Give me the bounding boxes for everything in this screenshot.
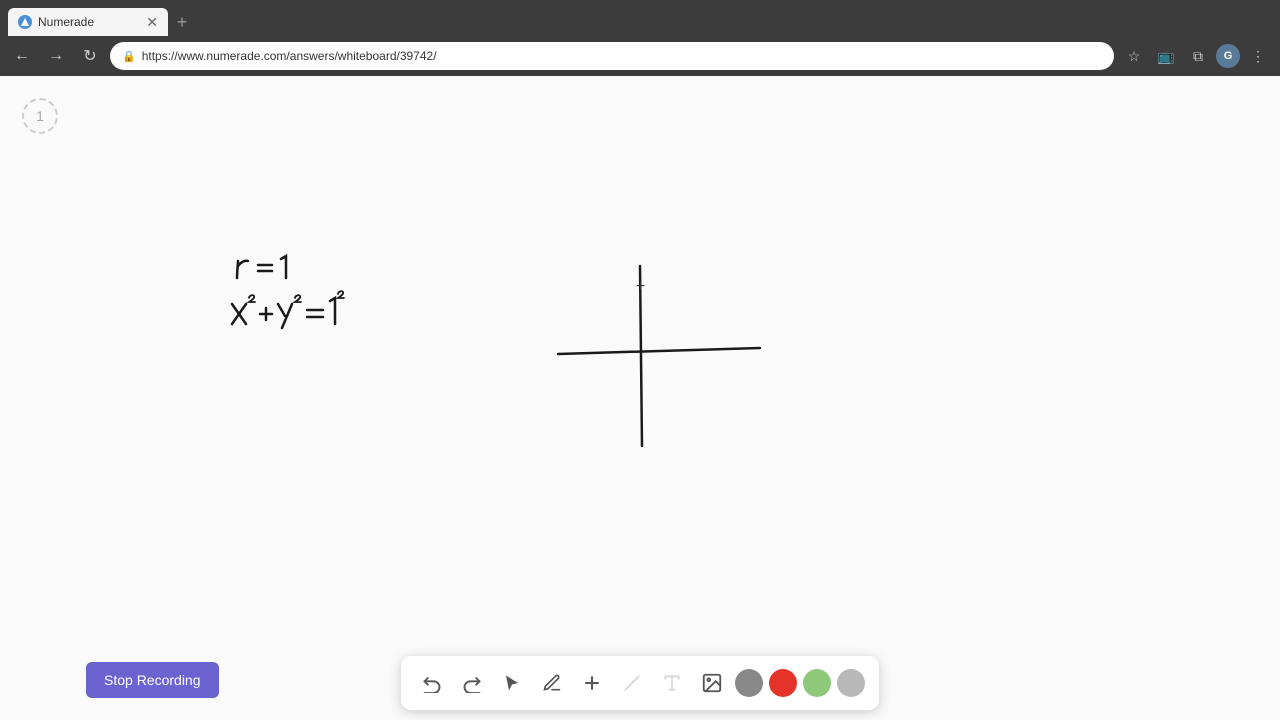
forward-button[interactable]: → — [42, 42, 70, 70]
profile-button[interactable]: G — [1216, 44, 1240, 68]
line-tool-button[interactable] — [615, 666, 649, 700]
tab-title: Numerade — [38, 15, 140, 29]
new-tab-button[interactable]: + — [168, 8, 196, 36]
nav-right-buttons: ☆ 📺 ⧉ G ⋮ — [1120, 42, 1272, 70]
url-text: https://www.numerade.com/answers/whitebo… — [142, 49, 437, 63]
back-button[interactable]: ← — [8, 42, 36, 70]
nav-bar: ← → ↻ 🔒 https://www.numerade.com/answers… — [0, 36, 1280, 76]
color-gray-button[interactable] — [735, 669, 763, 697]
refresh-button[interactable]: ↻ — [76, 42, 104, 70]
content-area: 1 — [0, 76, 1280, 720]
active-tab[interactable]: Numerade ✕ — [8, 8, 168, 36]
cursor — [640, 286, 656, 302]
color-lightgreen-button[interactable] — [803, 669, 831, 697]
color-red-button[interactable] — [769, 669, 797, 697]
image-tool-button[interactable] — [695, 666, 729, 700]
extensions-button[interactable]: ⧉ — [1184, 42, 1212, 70]
tab-close-button[interactable]: ✕ — [146, 15, 158, 29]
add-tool-button[interactable] — [575, 666, 609, 700]
page-indicator: 1 — [22, 98, 58, 134]
select-tool-button[interactable] — [495, 666, 529, 700]
lock-icon: 🔒 — [122, 50, 136, 63]
redo-button[interactable] — [455, 666, 489, 700]
whiteboard[interactable]: 1 — [0, 76, 1280, 720]
chrome-cast-button[interactable]: 📺 — [1152, 42, 1180, 70]
text-tool-button[interactable] — [655, 666, 689, 700]
pen-tool-button[interactable] — [535, 666, 569, 700]
tab-bar: Numerade ✕ + — [0, 0, 1280, 36]
browser-window: Numerade ✕ + ← → ↻ 🔒 https://www.numerad… — [0, 0, 1280, 720]
menu-button[interactable]: ⋮ — [1244, 42, 1272, 70]
bottom-toolbar — [401, 656, 879, 710]
bookmark-bar-button[interactable]: ☆ — [1120, 42, 1148, 70]
color-lightgray-button[interactable] — [837, 669, 865, 697]
stop-recording-button[interactable]: Stop Recording — [86, 662, 219, 698]
whiteboard-drawing — [0, 76, 1280, 720]
undo-button[interactable] — [415, 666, 449, 700]
address-bar[interactable]: 🔒 https://www.numerade.com/answers/white… — [110, 42, 1114, 70]
tab-favicon — [18, 15, 32, 29]
